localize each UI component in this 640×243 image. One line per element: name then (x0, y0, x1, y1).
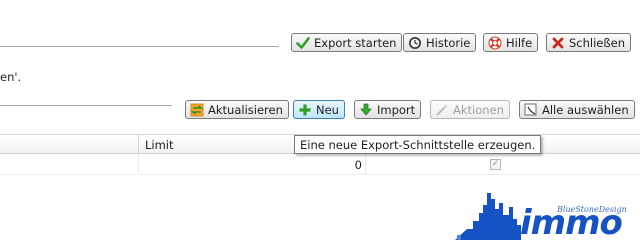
export-start-label: Export starten (314, 35, 397, 50)
close-button[interactable]: Schließen (546, 33, 631, 52)
import-label: Import (377, 102, 416, 117)
refresh-label: Aktualisieren (208, 102, 283, 117)
column-divider[interactable] (138, 135, 139, 155)
export-dialog: Export starten Historie Hilfe Schließen … (0, 0, 640, 243)
select-all-label: Alle auswählen (542, 102, 629, 117)
history-button[interactable]: Historie (403, 33, 477, 52)
logo-wordmark: immo (520, 203, 623, 243)
actions-button[interactable]: Aktionen (430, 100, 510, 119)
export-start-button[interactable]: Export starten (291, 33, 403, 52)
refresh-button[interactable]: Aktualisieren (185, 100, 289, 119)
table-row[interactable]: 0 ✓ (0, 155, 640, 175)
column-header-limit[interactable]: Limit (145, 138, 174, 152)
close-label: Schließen (569, 35, 625, 50)
row-checkbox[interactable]: ✓ (490, 159, 501, 170)
lifebuoy-icon (488, 36, 502, 49)
checkmark-icon (296, 36, 310, 49)
actions-label: Aktionen (453, 102, 504, 117)
cell-divider (365, 155, 366, 175)
refresh-icon (190, 103, 204, 116)
history-clock-icon (409, 36, 421, 49)
new-button[interactable]: Neu (293, 100, 345, 119)
wand-icon (436, 103, 448, 116)
close-x-icon (552, 37, 564, 48)
select-all-button[interactable]: Alle auswählen (519, 100, 635, 119)
new-label: Neu (316, 102, 339, 117)
grid-toolbar-separator (0, 105, 172, 107)
import-arrow-icon (360, 103, 372, 116)
new-button-tooltip: Eine neue Export-Schnittstelle erzeugen. (294, 135, 542, 154)
select-all-icon (524, 103, 537, 115)
top-separator (0, 46, 279, 48)
history-label: Historie (426, 35, 471, 50)
import-button[interactable]: Import (354, 100, 422, 119)
cell-limit: 0 (354, 158, 362, 172)
hint-text: en'. (0, 70, 22, 84)
plus-icon (299, 104, 311, 115)
cell-divider (138, 155, 139, 175)
help-label: Hilfe (506, 35, 533, 50)
help-button[interactable]: Hilfe (483, 33, 539, 52)
